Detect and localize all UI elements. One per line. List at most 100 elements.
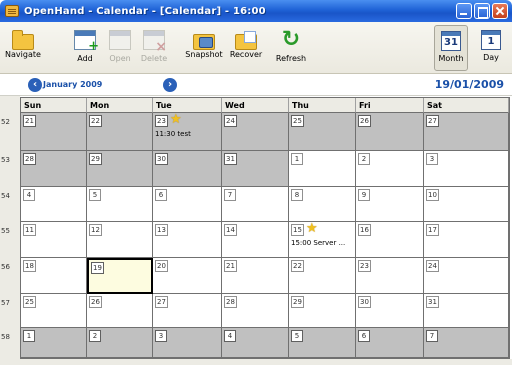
day-number: 28 — [23, 153, 36, 165]
calendar-day-cell[interactable]: 19 — [87, 258, 153, 294]
calendar-day-cell[interactable]: 22 — [87, 113, 153, 151]
day-number: 14 — [224, 224, 237, 236]
calendar-day-cell[interactable]: 4 — [21, 187, 87, 222]
calendar-day-cell[interactable]: 25 — [289, 113, 356, 151]
calendar-day-cell[interactable]: 21 — [21, 113, 87, 151]
next-month-arrow-icon[interactable]: › — [163, 78, 177, 92]
calendar-day-cell[interactable]: 15 ★ 15:00 Server ... — [289, 222, 356, 258]
day-number: 2 — [358, 153, 370, 165]
calendar-day-cell[interactable]: 4 — [222, 328, 289, 358]
calendar-day-cell[interactable]: 22 — [289, 258, 356, 294]
calendar-day-cell[interactable]: 10 — [424, 187, 509, 222]
refresh-button[interactable]: ↻ Refresh — [269, 26, 313, 70]
calendar-day-cell[interactable]: 20 — [153, 258, 222, 294]
calendar-day-cell[interactable]: 5 — [87, 187, 153, 222]
calendar-day-cell[interactable]: 24 — [222, 113, 289, 151]
calendar-day-cell[interactable]: 1 — [21, 328, 87, 358]
snapshot-button[interactable]: Snapshot — [182, 26, 226, 70]
day-number: 1 — [23, 330, 35, 342]
calendar-day-cell[interactable]: 7 — [222, 187, 289, 222]
calendar-day-cell[interactable]: 23 ★ 11:30 test — [153, 113, 222, 151]
calendar-day-cell[interactable]: 1 — [289, 151, 356, 187]
calendar-day-cell[interactable]: 14 — [222, 222, 289, 258]
day-number: 12 — [89, 224, 102, 236]
day-number: 23 — [358, 260, 371, 272]
calendar-day-cell[interactable]: 3 — [153, 328, 222, 358]
month-calendar-grid: Sun Mon Tue Wed Thu Fri Sat 21 22 23 ★ 11:30 test 24… — [20, 97, 510, 359]
open-calendar-icon — [109, 30, 131, 50]
day-number: 9 — [358, 189, 370, 201]
day-number: 26 — [89, 296, 102, 308]
snapshot-icon — [193, 34, 215, 50]
calendar-day-cell[interactable]: 12 — [87, 222, 153, 258]
close-button[interactable] — [492, 3, 508, 19]
calendar-day-cell[interactable]: 2 — [356, 151, 424, 187]
week-number: 53 — [1, 156, 10, 164]
month-view-button[interactable]: 31 Month — [434, 25, 468, 71]
day-number: 13 — [155, 224, 168, 236]
day-number: 27 — [155, 296, 168, 308]
window-controls — [456, 3, 508, 19]
calendar-day-cell[interactable]: 13 — [153, 222, 222, 258]
calendar-day-cell[interactable]: 8 — [289, 187, 356, 222]
calendar-day-cell[interactable]: 26 — [356, 113, 424, 151]
calendar-event[interactable]: 11:30 test — [155, 130, 191, 138]
delete-calendar-icon — [143, 30, 167, 55]
calendar-day-cell[interactable]: 17 — [424, 222, 509, 258]
calendar-day-cell[interactable]: 27 — [153, 294, 222, 328]
day-view-button[interactable]: 1 Day — [474, 25, 508, 71]
week-number: 58 — [1, 333, 10, 341]
day-number: 24 — [224, 115, 237, 127]
calendar-day-cell[interactable]: 27 — [424, 113, 509, 151]
delete-button[interactable]: Delete — [132, 26, 176, 70]
week-number: 55 — [1, 227, 10, 235]
month-title: January 2009 — [43, 80, 103, 89]
day-number: 7 — [426, 330, 438, 342]
calendar-day-cell[interactable]: 31 — [424, 294, 509, 328]
week-number: 56 — [1, 263, 10, 271]
day-number: 29 — [89, 153, 102, 165]
calendar-day-cell[interactable]: 26 — [87, 294, 153, 328]
calendar-day-cell[interactable]: 24 — [424, 258, 509, 294]
calendar-event[interactable]: 15:00 Server ... — [291, 239, 345, 247]
calendar-day-cell[interactable]: 23 — [356, 258, 424, 294]
day-number: 1 — [291, 153, 303, 165]
day-number: 4 — [23, 189, 35, 201]
day-number: 30 — [358, 296, 371, 308]
recover-icon — [235, 31, 257, 50]
calendar-day-cell[interactable]: 16 — [356, 222, 424, 258]
calendar-day-cell[interactable]: 7 — [424, 328, 509, 358]
folder-icon — [12, 30, 34, 50]
calendar-day-cell[interactable]: 31 — [222, 151, 289, 187]
day-label: Day — [483, 53, 499, 62]
calendar-day-cell[interactable]: 11 — [21, 222, 87, 258]
calendar-day-cell[interactable]: 25 — [21, 294, 87, 328]
calendar-day-cell[interactable]: 6 — [356, 328, 424, 358]
day-number: 29 — [291, 296, 304, 308]
calendar-day-cell[interactable]: 6 — [153, 187, 222, 222]
calendar-day-cell[interactable]: 30 — [153, 151, 222, 187]
calendar-day-cell[interactable]: 21 — [222, 258, 289, 294]
recover-button[interactable]: Recover — [224, 26, 268, 70]
navigate-button[interactable]: Navigate — [1, 26, 45, 70]
calendar-day-cell[interactable]: 28 — [222, 294, 289, 328]
calendar-day-cell[interactable]: 9 — [356, 187, 424, 222]
calendar-day-cell[interactable]: 2 — [87, 328, 153, 358]
day-number: 5 — [291, 330, 303, 342]
maximize-button[interactable] — [474, 3, 490, 19]
minimize-button[interactable] — [456, 3, 472, 19]
day-number: 4 — [224, 330, 236, 342]
day-number: 11 — [23, 224, 36, 236]
toolbar: Navigate Add Open Delete Snapshot Recove… — [0, 22, 512, 74]
previous-month-arrow-icon[interactable]: ‹ — [28, 78, 42, 92]
calendar-day-cell[interactable]: 3 — [424, 151, 509, 187]
day-number: 28 — [224, 296, 237, 308]
calendar-day-cell[interactable]: 30 — [356, 294, 424, 328]
calendar-day-cell[interactable]: 29 — [87, 151, 153, 187]
calendar-day-cell[interactable]: 5 — [289, 328, 356, 358]
calendar-day-cell[interactable]: 18 — [21, 258, 87, 294]
day-number: 26 — [358, 115, 371, 127]
calendar-day-cell[interactable]: 28 — [21, 151, 87, 187]
calendar-day-cell[interactable]: 29 — [289, 294, 356, 328]
title-bar[interactable]: OpenHand - Calendar - [Calendar] - 16:00 — [0, 0, 512, 22]
